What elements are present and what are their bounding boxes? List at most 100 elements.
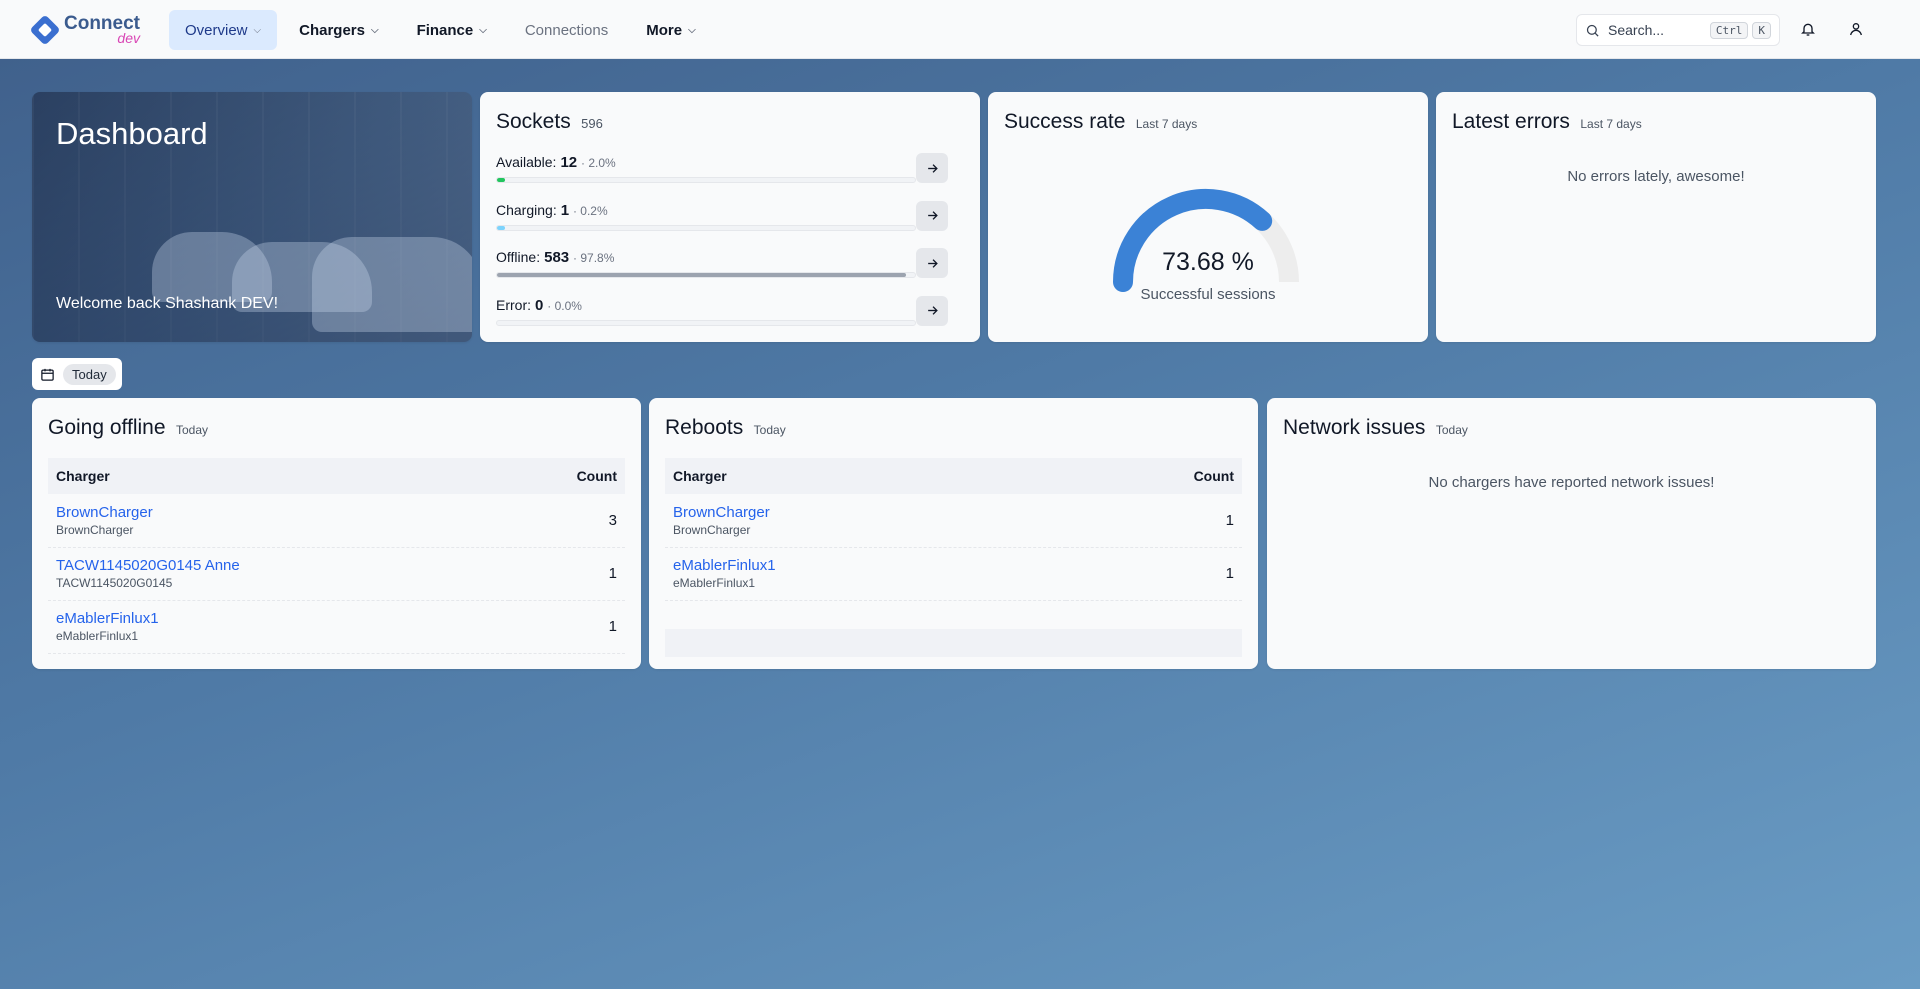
nav-connections[interactable]: Connections — [509, 10, 624, 50]
socket-status-label: Error: 0 · 0.0% — [496, 297, 964, 314]
charger-id: BrownCharger — [56, 522, 134, 537]
success-rate-caption: Successful sessions — [1140, 286, 1276, 303]
date-filter-value: Today — [63, 363, 116, 385]
socket-status-row: Available: 12 · 2.0% — [496, 153, 964, 194]
charger-cell: TACW1145020G0145 Anne TACW1145020G0145 — [48, 547, 509, 600]
view-status-button[interactable] — [916, 153, 948, 183]
column-header-count: Count — [576, 468, 617, 484]
column-header-count: Count — [1193, 468, 1234, 484]
reboots-title: Reboots — [665, 416, 744, 439]
socket-status-label: Offline: 583 · 97.8% — [496, 249, 964, 266]
dashboard-hero: Dashboard Welcome back Shashank DEV! — [32, 92, 472, 342]
status-name: Charging: — [496, 201, 557, 218]
nav-chargers[interactable]: Chargers ⌵ — [283, 10, 394, 50]
nav-more[interactable]: More ⌵ — [630, 10, 711, 50]
search-input[interactable]: Search... Ctrl K — [1576, 14, 1780, 46]
sockets-title: Sockets — [496, 110, 571, 133]
going-offline-card: Going offline Today Charger Count BrownC… — [32, 398, 641, 669]
sockets-total: 596 — [581, 116, 603, 131]
chevron-down-icon: ⌵ — [253, 24, 262, 36]
reboots-table: Charger Count BrownCharger BrownCharger 1 e… — [665, 458, 1242, 657]
column-header-charger: Charger — [56, 468, 110, 484]
charger-id: eMablerFinlux1 — [56, 629, 139, 643]
top-navigation-bar: Connect dev Overview ⌵ Chargers ⌵ Finance ⌵… — [0, 0, 1920, 59]
status-name: Available: — [496, 154, 557, 170]
charger-link[interactable]: eMablerFinlux1 — [673, 557, 1066, 574]
chevron-down-icon: ⌵ — [370, 24, 379, 36]
network-issues-card: Network issues Today No chargers have re… — [1267, 398, 1876, 669]
shortcut-key-k: K — [1752, 21, 1771, 39]
status-percent: · 0.0% — [547, 298, 582, 313]
table-row: TACW1145020G0145 Anne TACW1145020G0145 1 — [48, 547, 625, 600]
status-percent: · 0.2% — [572, 203, 608, 218]
status-count: 1 — [560, 201, 570, 219]
socket-status-row: Error: 0 · 0.0% — [496, 295, 964, 337]
status-progress-bar — [496, 177, 916, 183]
network-issues-empty: No chargers have reported network issues… — [1428, 474, 1715, 491]
charger-link[interactable]: TACW1145020G0145 Anne — [56, 557, 509, 574]
status-count: 0 — [535, 296, 544, 314]
charger-id: TACW1145020G0145 — [56, 576, 173, 590]
calendar-icon — [41, 368, 54, 381]
main-nav: Overview ⌵ Chargers ⌵ Finance ⌵ Connections… — [169, 10, 712, 50]
socket-status-label: Charging: 1 · 0.2% — [496, 202, 964, 219]
status-progress-fill — [497, 273, 906, 277]
latest-errors-title: Latest errors — [1452, 110, 1570, 133]
network-issues-title: Network issues — [1283, 416, 1426, 439]
count-cell: 1 — [608, 565, 617, 582]
status-name: Error: — [496, 296, 531, 313]
count-cell: 1 — [1225, 565, 1234, 582]
status-progress-bar — [496, 272, 916, 278]
user-icon[interactable] — [1846, 19, 1866, 39]
logo-mark-icon — [29, 13, 61, 46]
going-offline-title: Going offline — [48, 416, 166, 439]
shortcut-key-ctrl: Ctrl — [1709, 21, 1749, 39]
view-status-button[interactable] — [916, 200, 948, 231]
table-row: eMablerFinlux1 eMablerFinlux1 1 — [48, 600, 625, 653]
reboots-card: Reboots Today Charger Count BrownCharger… — [649, 398, 1258, 669]
status-progress-fill — [497, 225, 505, 230]
status-percent: · 2.0% — [581, 156, 616, 170]
charger-cell: eMablerFinlux1 eMablerFinlux1 — [665, 547, 1066, 600]
column-header-charger: Charger — [673, 468, 727, 484]
status-count: 12 — [560, 154, 578, 171]
search-placeholder: Search... — [1608, 22, 1665, 38]
nav-overview[interactable]: Overview ⌵ — [169, 10, 278, 50]
nav-more-label: More — [646, 21, 683, 39]
reboots-period: Today — [753, 423, 786, 437]
status-name: Offline: — [496, 249, 541, 265]
socket-status-row: Charging: 1 · 0.2% — [496, 200, 964, 242]
chevron-down-icon: ⌵ — [479, 24, 487, 36]
hero-car-image — [312, 237, 472, 332]
status-count: 583 — [544, 249, 570, 266]
charger-link[interactable]: eMablerFinlux1 — [56, 610, 509, 627]
view-status-button[interactable] — [916, 248, 948, 278]
latest-errors-empty: No errors lately, awesome! — [1567, 168, 1745, 185]
charger-id: eMablerFinlux1 — [673, 576, 756, 590]
status-progress-bar — [496, 224, 916, 231]
search-icon — [1586, 24, 1599, 37]
charger-link[interactable]: BrownCharger — [56, 504, 509, 521]
arrow-right-icon — [927, 211, 938, 220]
charger-link[interactable]: BrownCharger — [673, 504, 1066, 521]
status-progress-fill — [497, 178, 506, 182]
table-row: eMablerFinlux1 eMablerFinlux1 1 — [665, 547, 1242, 600]
arrow-right-icon — [927, 306, 938, 315]
latest-errors-card: Latest errors Last 7 days No errors late… — [1436, 92, 1876, 342]
logo[interactable]: Connect dev — [29, 13, 140, 46]
nav-overview-label: Overview — [185, 21, 248, 39]
success-rate-value: 73.68 % — [1162, 248, 1254, 276]
arrow-right-icon — [927, 258, 938, 268]
nav-finance[interactable]: Finance ⌵ — [401, 10, 503, 50]
bell-icon[interactable] — [1798, 19, 1818, 39]
nav-finance-label: Finance — [416, 21, 474, 39]
going-offline-table: Charger Count BrownCharger BrownCharger 3 T… — [48, 458, 625, 654]
count-cell: 3 — [608, 511, 617, 529]
view-status-button[interactable] — [916, 295, 948, 326]
search-shortcut: Ctrl K — [1709, 21, 1771, 39]
count-cell: 1 — [1225, 511, 1234, 529]
date-filter[interactable]: Today — [32, 358, 122, 390]
chevron-down-icon: ⌵ — [688, 24, 696, 36]
status-progress-bar — [496, 319, 916, 326]
charger-id: BrownCharger — [673, 522, 751, 537]
